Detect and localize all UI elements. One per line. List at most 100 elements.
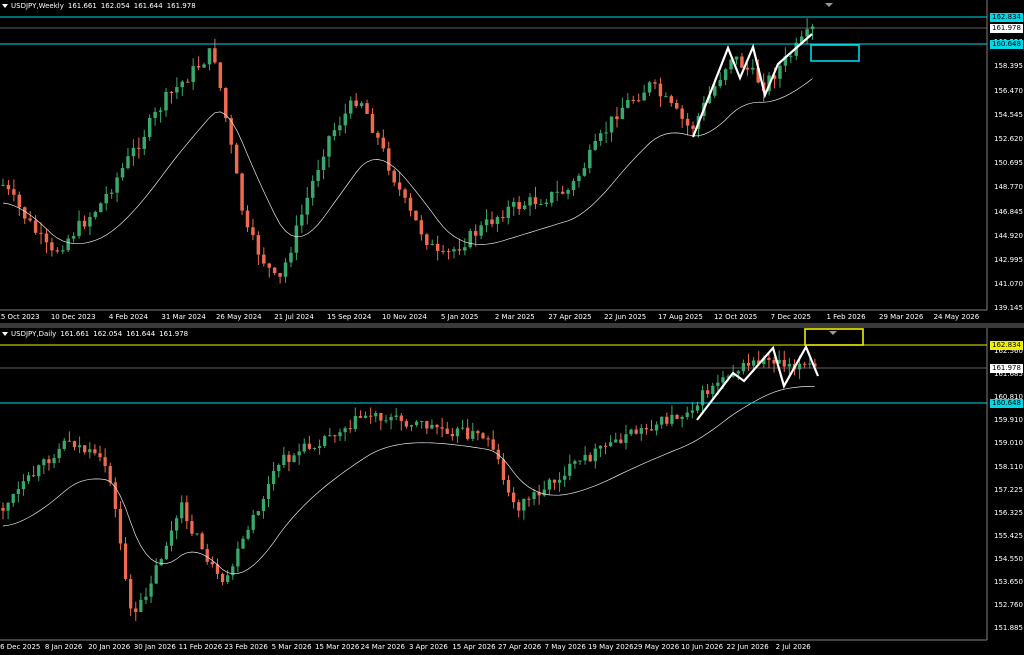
candle-body (409, 425, 414, 427)
candle-body (229, 118, 233, 145)
candle-body (363, 415, 368, 418)
candle-body (557, 479, 562, 483)
daily-candles (1, 350, 817, 621)
candle-body (115, 177, 119, 193)
candle-body (6, 502, 10, 511)
candle-body (384, 420, 388, 422)
candle-body (62, 440, 66, 449)
candle-body (66, 238, 70, 251)
weekly-high: 162.054 (100, 2, 130, 10)
candle-body (61, 250, 65, 252)
candle-body (21, 481, 26, 490)
candle-body (175, 87, 179, 93)
candle-body (629, 429, 633, 435)
candle-body (246, 529, 250, 539)
candle-body (634, 429, 638, 434)
candle-body (751, 360, 756, 366)
candle-body (137, 147, 141, 149)
candle-body (797, 363, 802, 370)
daily-pattern-drawing[interactable] (696, 344, 820, 421)
candle-body (782, 360, 786, 367)
candle-body (321, 156, 326, 170)
weekly-candles (1, 18, 815, 284)
daily-chart-canvas[interactable] (0, 328, 1024, 655)
candle-body (98, 453, 102, 458)
daily-time-tick: 15 Mar 2026 (314, 643, 360, 651)
candle-body (414, 210, 418, 221)
candle-body (603, 445, 608, 447)
candle-body (501, 459, 506, 480)
weekly-shift-marker-icon[interactable] (825, 3, 833, 7)
candle-body (120, 168, 125, 178)
daily-shift-marker-icon[interactable] (829, 331, 837, 335)
candle-body (88, 216, 92, 227)
candle-body (745, 67, 750, 70)
candle-body (328, 435, 332, 437)
candle-body (532, 492, 536, 500)
weekly-time-tick: 10 Dec 2023 (50, 313, 96, 321)
weekly-open: 161.661 (67, 2, 97, 10)
candle-body (649, 429, 654, 431)
candle-body (528, 197, 532, 206)
candle-body (665, 416, 669, 424)
daily-time-tick: 5 Mar 2026 (271, 643, 312, 651)
candle-body (466, 427, 470, 439)
candle-body (609, 116, 614, 133)
candle-body (805, 29, 809, 37)
candle-body (506, 479, 511, 493)
candle-body (323, 436, 327, 447)
candle-body (169, 530, 174, 546)
daily-price-tick: 151.885 (994, 624, 1023, 633)
candle-body (685, 118, 690, 126)
candle-body (404, 421, 409, 427)
candle-body (338, 125, 342, 131)
daily-price-tick: 153.650 (994, 578, 1023, 586)
candle-body (202, 64, 206, 68)
candle-body (664, 96, 668, 98)
candle-body (517, 502, 521, 511)
weekly-price-tick: 154.545 (994, 110, 1023, 119)
daily-price-tick: 152.760 (994, 601, 1023, 610)
daily-price-tick: 158.110 (994, 462, 1023, 471)
candle-body (430, 424, 434, 429)
candle-body (481, 433, 485, 439)
candle-body (691, 125, 695, 129)
weekly-time-tick: 5 Jan 2025 (440, 313, 479, 321)
candle-body (593, 448, 597, 462)
candle-body (149, 583, 153, 597)
weekly-chart-panel[interactable]: USDJPY,Weekly 161.661 162.054 161.644 161.97… (0, 0, 1024, 323)
candle-body (522, 498, 526, 511)
candle-body (425, 421, 429, 429)
candle-body (772, 359, 776, 364)
candle-body (55, 250, 60, 252)
daily-top-tag: 162.834 (990, 341, 1023, 350)
candle-body (751, 67, 755, 70)
candle-body (468, 230, 473, 248)
candle-body (169, 91, 174, 93)
daily-chart-panel[interactable]: USDJPY,Daily 161.661 162.054 161.644 161.978… (0, 328, 1024, 655)
candle-body (365, 103, 369, 114)
weekly-target-box[interactable] (810, 44, 860, 62)
candle-body (277, 464, 281, 472)
candle-body (359, 103, 364, 107)
candle-body (473, 230, 478, 236)
weekly-pattern-drawing[interactable] (691, 33, 813, 138)
candle-body (144, 596, 148, 600)
candle-body (445, 428, 449, 434)
weekly-level-tag: 160.648 (990, 40, 1023, 49)
candle-body (457, 249, 462, 251)
dropdown-triangle-icon[interactable] (2, 332, 8, 336)
candle-body (343, 428, 347, 433)
dropdown-triangle-icon[interactable] (2, 4, 8, 8)
weekly-chart-canvas[interactable] (0, 0, 1024, 323)
candle-body (680, 108, 684, 119)
candle-body (16, 489, 20, 495)
weekly-time-tick: 10 Nov 2024 (381, 313, 427, 321)
weekly-time-tick: 15 Sep 2024 (327, 313, 372, 321)
candle-body (642, 92, 646, 101)
candle-body (740, 56, 744, 68)
candle-body (669, 96, 674, 103)
daily-time-tick: 20 Jan 2026 (88, 643, 131, 651)
candle-body (354, 100, 358, 107)
candle-body (615, 116, 619, 120)
